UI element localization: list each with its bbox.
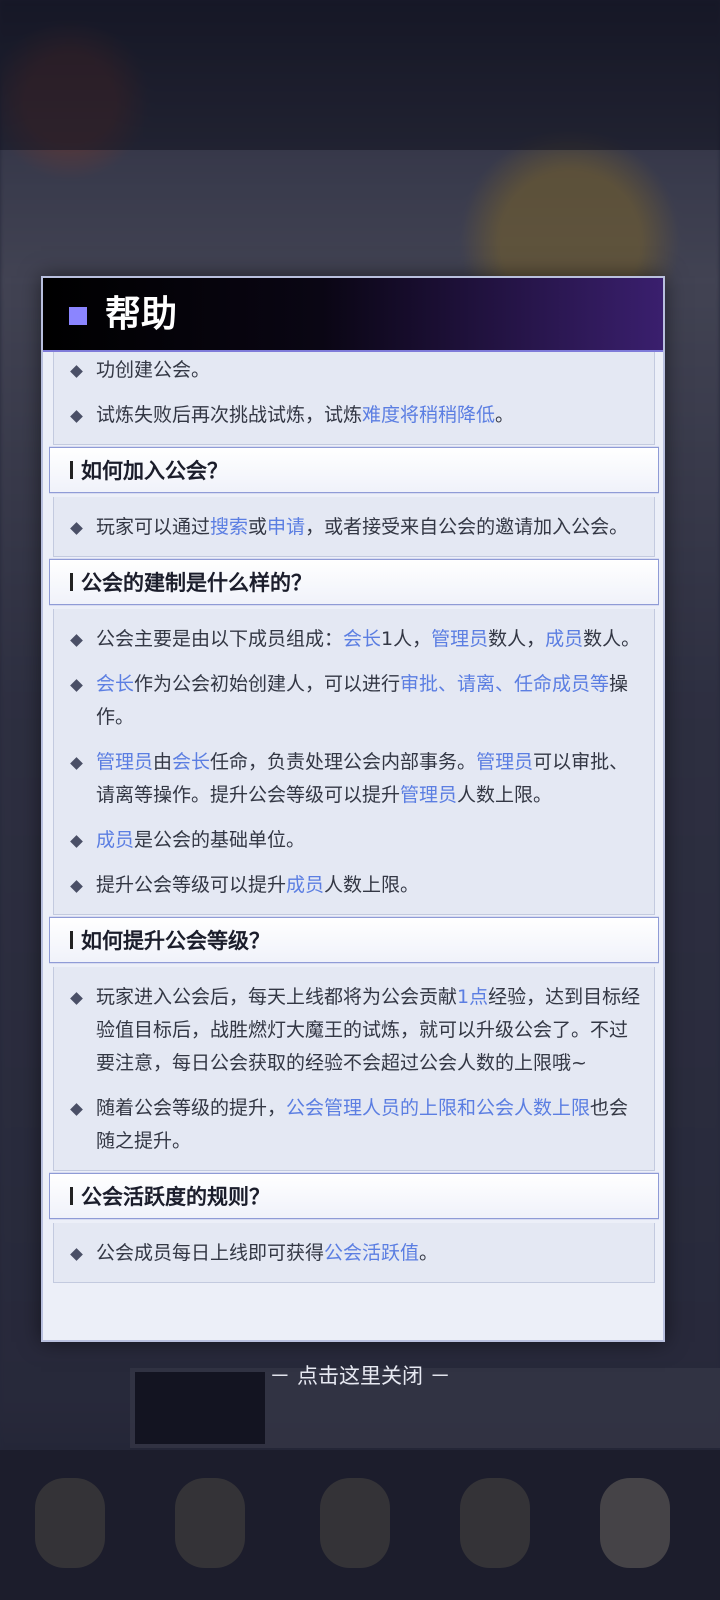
help-item: 功创建公会。: [68, 354, 642, 387]
diamond-bullet-icon: [70, 992, 83, 1005]
help-text: 试炼失败后再次挑战试炼，试炼: [96, 404, 363, 426]
help-text: 。: [495, 404, 515, 426]
section-header-bar: [70, 461, 73, 479]
help-text: 随着公会等级的提升，: [96, 1097, 287, 1119]
section-header-bar: [70, 931, 73, 949]
help-text: 任命，负责处理公会内部事务。: [210, 751, 477, 773]
section-header: 公会活跃度的规则？: [49, 1173, 659, 1219]
close-hint-button[interactable]: － 点击这里关闭 －: [0, 1356, 720, 1396]
highlight-text: 管理员: [96, 751, 154, 773]
section-header: 如何加入公会？: [49, 447, 659, 493]
section-header-title: 如何提升公会等级？: [81, 928, 270, 953]
highlight-text: 会长: [343, 628, 382, 650]
section-header: 如何提升公会等级？: [49, 917, 659, 963]
help-text: 玩家进入公会后，每天上线都将为公会贡献: [96, 986, 458, 1008]
help-text: 1人，: [381, 628, 432, 650]
diamond-bullet-icon: [70, 634, 83, 647]
section-header-bar: [70, 573, 73, 591]
highlight-text: 1点: [457, 986, 489, 1008]
help-item: 会长作为公会初始创建人，可以进行审批、请离、任命成员等操作。: [68, 668, 642, 734]
highlight-text: 成员: [286, 874, 325, 896]
highlight-text: 申请: [267, 516, 306, 538]
help-text: 提升公会等级可以提升: [96, 874, 287, 896]
help-item: 成员是公会的基础单位。: [68, 824, 642, 857]
help-item: 公会主要是由以下成员组成：会长1人，管理员数人，成员数人。: [68, 623, 642, 656]
help-text: 人数上限。: [457, 784, 553, 806]
section-header-bar: [70, 1187, 73, 1205]
highlight-text: 管理员: [431, 628, 489, 650]
help-item: 玩家进入公会后，每天上线都将为公会贡献1点经验，达到目标经验值目标后，战胜燃灯大…: [68, 981, 642, 1080]
help-item: 试炼失败后再次挑战试炼，试炼难度将稍稍降低。: [68, 399, 642, 432]
diamond-bullet-icon: [70, 835, 83, 848]
section-header: 公会的建制是什么样的？: [49, 559, 659, 605]
section-body: 玩家可以通过搜索或申请，或者接受来自公会的邀请加入公会。: [53, 497, 655, 557]
help-item: 随着公会等级的提升，公会管理人员的上限和公会人数上限也会随之提升。: [68, 1092, 642, 1158]
diamond-bullet-icon: [70, 522, 83, 535]
help-text: 功创建公会。: [96, 359, 211, 381]
help-text: 人数上限。: [324, 874, 420, 896]
section-header-title: 如何加入公会？: [81, 458, 228, 483]
highlight-text: 审批、请离、任命成员等: [400, 673, 610, 695]
highlight-text: 成员: [96, 829, 135, 851]
help-dialog: 帮助 功创建公会。 试炼失败后再次挑战试炼，试炼难度将稍稍降低。 如何加入公会？ 玩家…: [41, 276, 665, 1342]
help-text: 由: [153, 751, 173, 773]
section-body: 玩家进入公会后，每天上线都将为公会贡献1点经验，达到目标经验值目标后，战胜燃灯大…: [53, 967, 655, 1171]
help-item: 玩家可以通过搜索或申请，或者接受来自公会的邀请加入公会。: [68, 511, 642, 544]
section-header-title: 公会的建制是什么样的？: [81, 570, 312, 595]
highlight-text: 会长: [96, 673, 135, 695]
section-body: 功创建公会。试炼失败后再次挑战试炼，试炼难度将稍稍降低。: [53, 352, 655, 445]
highlight-text: 搜索: [210, 516, 249, 538]
help-text: ，或者接受来自公会的邀请加入公会。: [305, 516, 629, 538]
help-text: 数人。: [583, 628, 641, 650]
help-text: 作为公会初始创建人，可以进行: [134, 673, 401, 695]
highlight-text: 会长: [172, 751, 211, 773]
diamond-bullet-icon: [70, 880, 83, 893]
help-content: 功创建公会。 试炼失败后再次挑战试炼，试炼难度将稍稍降低。 如何加入公会？ 玩家可以通…: [49, 352, 659, 1283]
help-item: 提升公会等级可以提升成员人数上限。: [68, 869, 642, 902]
help-text: 公会主要是由以下成员组成：: [96, 628, 344, 650]
help-text: 或: [248, 516, 268, 538]
title-square-icon: [69, 307, 87, 325]
highlight-text: 管理员: [476, 751, 534, 773]
dialog-title: 帮助: [105, 293, 178, 335]
section-body: 公会成员每日上线即可获得公会活跃值。: [53, 1223, 655, 1283]
highlight-text: 公会活跃值: [324, 1242, 420, 1264]
diamond-bullet-icon: [70, 365, 83, 378]
help-item: 公会成员每日上线即可获得公会活跃值。: [68, 1237, 642, 1270]
highlight-text: 成员: [545, 628, 584, 650]
highlight-text: 难度将稍稍降低: [362, 404, 496, 426]
dialog-header: 帮助: [43, 278, 663, 352]
diamond-bullet-icon: [70, 679, 83, 692]
highlight-text: 管理员: [400, 784, 458, 806]
highlight-text: 公会管理人员的上限和公会人数上限: [286, 1097, 591, 1119]
section-body: 公会主要是由以下成员组成：会长1人，管理员数人，成员数人。 会长作为公会初始创建人…: [53, 609, 655, 915]
help-text: 数人，: [488, 628, 546, 650]
diamond-bullet-icon: [70, 1103, 83, 1116]
diamond-bullet-icon: [70, 757, 83, 770]
help-text: 玩家可以通过: [96, 516, 211, 538]
section-header-title: 公会活跃度的规则？: [81, 1184, 270, 1209]
help-text: 。: [419, 1242, 439, 1264]
diamond-bullet-icon: [70, 1248, 83, 1261]
help-item: 管理员由会长任命，负责处理公会内部事务。管理员可以审批、请离等操作。提升公会等级…: [68, 746, 642, 812]
diamond-bullet-icon: [70, 410, 83, 423]
help-content-scroll[interactable]: 功创建公会。 试炼失败后再次挑战试炼，试炼难度将稍稍降低。 如何加入公会？ 玩家可以通…: [49, 352, 659, 1334]
help-text: 是公会的基础单位。: [134, 829, 306, 851]
help-text: 公会成员每日上线即可获得: [96, 1242, 325, 1264]
